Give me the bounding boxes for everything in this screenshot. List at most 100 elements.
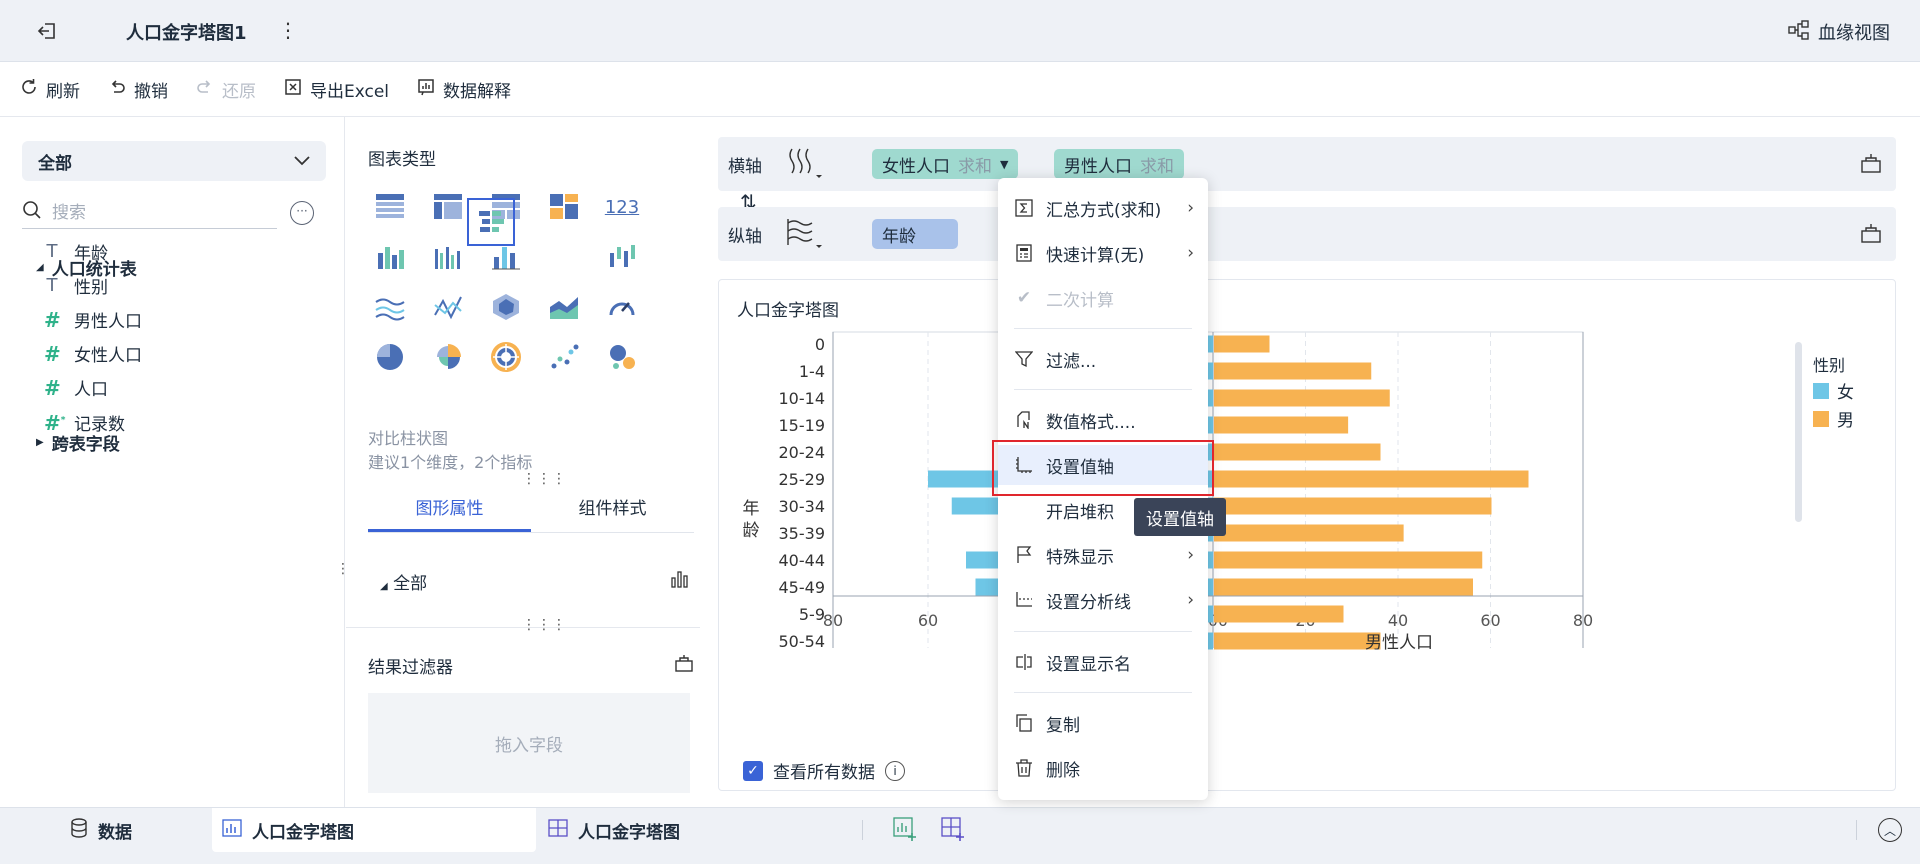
axis-type-icon[interactable] (786, 147, 828, 181)
menu-item-secondary-calc[interactable]: ✔ 二次计算 (998, 278, 1208, 318)
x-tick-label-left: 60 (918, 611, 938, 630)
axis-settings-icon[interactable] (1860, 152, 1882, 174)
report-title[interactable]: 人口金字塔图1 (126, 19, 247, 45)
chart-card: 人口金字塔图 80604020002040608001-410-1415-192… (718, 279, 1896, 791)
chart-scrollbar[interactable] (1795, 342, 1802, 522)
legend-swatch (1813, 382, 1829, 399)
tab-data[interactable]: 数据 (70, 808, 132, 852)
trash-icon (1014, 758, 1034, 778)
menu-item-analysis-line[interactable]: 设置分析线 › (998, 580, 1208, 620)
scatter-chart-icon[interactable] (544, 337, 584, 377)
menu-item-copy[interactable]: 复制 (998, 703, 1208, 743)
menu-item-delete[interactable]: 删除 (998, 748, 1208, 788)
redo-icon (196, 78, 214, 101)
comparison-bar-icon[interactable] (467, 198, 515, 246)
y-tick-label: 0 (815, 335, 825, 354)
field-gender[interactable]: T 性别 (44, 273, 109, 298)
axis-type-icon[interactable] (786, 217, 828, 251)
tab-pyramid-chart-2[interactable]: 人口金字塔图 (548, 808, 680, 852)
field-population[interactable]: # 人口 (44, 375, 108, 401)
view-all-data-checkbox[interactable]: ✓ 查看所有数据 i (743, 758, 905, 783)
radar-chart-icon[interactable] (486, 287, 526, 327)
exit-icon[interactable] (34, 18, 60, 44)
filter-drop-zone[interactable]: 拖入字段 (368, 693, 690, 793)
menu-label: 数值格式.... (1046, 412, 1136, 433)
menu-divider (1014, 389, 1192, 390)
x-axis-label: 横轴 (728, 157, 762, 177)
y-axis-title: 龄 (743, 521, 760, 541)
menu-label: 特殊显示 (1046, 547, 1114, 568)
add-dashboard-icon[interactable] (940, 816, 966, 847)
rose-chart-icon[interactable] (428, 337, 468, 377)
legend-item-female[interactable]: 女 (1813, 378, 1854, 403)
stacked-bar-icon[interactable] (370, 237, 410, 277)
menu-item-number-format[interactable]: 数值格式.... (998, 400, 1208, 440)
female-population-pill[interactable]: 女性人口 求和 ▼ (872, 149, 1019, 179)
gauge-chart-icon[interactable] (602, 287, 642, 327)
caret-down-icon[interactable]: ▼ (1000, 158, 1008, 171)
field-age[interactable]: T 年龄 (44, 239, 109, 264)
number-field-icon: # (44, 375, 61, 400)
number-field-icon: # (44, 341, 61, 366)
export-excel-button[interactable]: 导出Excel (284, 77, 389, 102)
menu-item-quick-calc[interactable]: 快速计算(无) › (998, 233, 1208, 273)
filter-settings-icon[interactable] (674, 653, 694, 678)
age-pill[interactable]: 年龄 (872, 219, 958, 249)
x-axis-row: 横轴 女性人口 求和 ▼ 男性人口 求和 (718, 137, 1896, 191)
radar-line-icon[interactable] (428, 287, 468, 327)
menu-item-display-name[interactable]: 设置显示名 (998, 642, 1208, 682)
dataset-select[interactable]: 全部 (22, 141, 326, 181)
number-indicator-icon[interactable]: 123 (602, 187, 642, 227)
refresh-icon (20, 78, 38, 101)
chevron-down-icon (294, 151, 310, 171)
flag-icon (1014, 545, 1034, 565)
field-male-population[interactable]: # 男性人口 (44, 307, 142, 333)
view-all-label: 查看所有数据 (773, 763, 875, 783)
search-input[interactable] (52, 202, 252, 223)
cross-table-icon[interactable] (428, 187, 468, 227)
more-icon[interactable]: ··· (290, 201, 314, 225)
chevron-up-icon[interactable]: ︿ (1878, 818, 1902, 842)
add-component-icon[interactable] (892, 816, 918, 847)
pill-name: 女性人口 (882, 156, 950, 177)
resize-handle[interactable]: ⋮⋮⋮ (522, 471, 567, 487)
chart-config-panel: 图表类型 123 对比柱状图 建议1个维度，2个指标 ⋮⋮⋮ 图形属性 组件样式… (346, 117, 707, 807)
bar-male (1214, 416, 1349, 434)
menu-item-aggregation[interactable]: 汇总方式(求和) › (998, 188, 1208, 228)
bar-chart-small-icon[interactable] (670, 570, 690, 593)
bar-male (1214, 605, 1344, 623)
line-chart-icon[interactable] (370, 287, 410, 327)
bubble-chart-icon[interactable] (602, 337, 642, 377)
undo-icon (108, 78, 126, 101)
undo-button[interactable]: 撤销 (108, 77, 168, 102)
table-chart-icon[interactable] (370, 187, 410, 227)
cross-table-fields-node[interactable]: ▶ 跨表字段 (36, 430, 120, 455)
legend-item-male[interactable]: 男 (1813, 406, 1854, 431)
info-icon[interactable]: i (885, 760, 905, 781)
field-female-population[interactable]: # 女性人口 (44, 341, 142, 367)
data-explain-button[interactable]: 数据解释 (417, 77, 511, 102)
tab-graphic-properties[interactable]: 图形属性 (368, 487, 531, 532)
menu-item-special-display[interactable]: 特殊显示 › (998, 535, 1208, 575)
calculator-icon (1014, 243, 1034, 263)
y-tick-label: 15-19 (779, 416, 826, 435)
lineage-view-button[interactable]: 血缘视图 (1788, 19, 1890, 45)
bar-male (1214, 578, 1473, 596)
range-bar-icon[interactable] (602, 237, 642, 277)
area-chart-icon[interactable] (544, 287, 584, 327)
redo-button[interactable]: 还原 (196, 77, 256, 102)
menu-item-filter[interactable]: 过滤... (998, 339, 1208, 379)
lineage-icon (1788, 19, 1810, 45)
tab-component-style[interactable]: 组件样式 (531, 487, 694, 532)
pie-chart-icon[interactable] (370, 337, 410, 377)
refresh-button[interactable]: 刷新 (20, 77, 80, 102)
more-options-icon[interactable]: ⋮ (278, 16, 298, 44)
axis-settings-icon[interactable] (1860, 222, 1882, 244)
resize-handle[interactable]: ⋮⋮⋮ (522, 617, 567, 633)
male-population-pill[interactable]: 男性人口 求和 (1054, 149, 1184, 179)
kpi-card-icon[interactable] (544, 187, 584, 227)
grouped-bar-icon[interactable] (428, 237, 468, 277)
all-property-row[interactable]: ◢ 全部 (380, 569, 690, 594)
tab-pyramid-chart-1[interactable]: 人口金字塔图 (212, 808, 536, 852)
sunburst-icon[interactable] (486, 337, 526, 377)
